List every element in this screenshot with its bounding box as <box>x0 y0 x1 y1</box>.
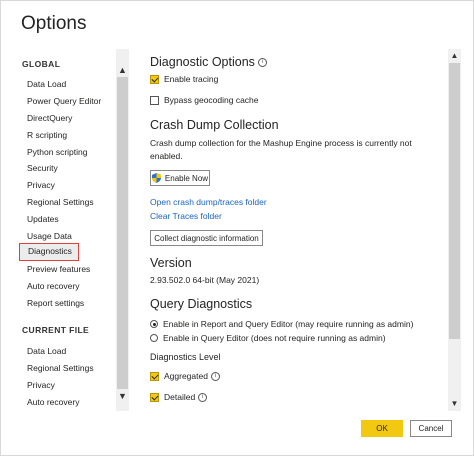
enable-query-editor-radio[interactable] <box>150 334 158 342</box>
enable-now-label: Enable Now <box>164 173 209 183</box>
nav-item-auto-recovery[interactable]: Auto recovery <box>27 279 79 293</box>
ok-button[interactable]: OK <box>361 420 403 437</box>
nav-item-privacy[interactable]: Privacy <box>27 178 55 192</box>
nav-item-data-load[interactable]: Data Load <box>27 77 66 91</box>
scroll-down-icon[interactable]: ▼ <box>116 389 129 403</box>
options-dialog: Options GLOBAL Data Load Power Query Edi… <box>0 0 474 456</box>
nav-item-diagnostics[interactable]: Diagnostics <box>19 243 79 261</box>
scroll-up-icon[interactable]: ▲ <box>116 63 129 77</box>
nav-item-current-data-load[interactable]: Data Load <box>27 344 66 358</box>
nav-item-current-privacy[interactable]: Privacy <box>27 378 55 392</box>
diagnostic-options-title: Diagnostic Options i <box>150 55 267 69</box>
enable-tracing-label: Enable tracing <box>164 74 219 84</box>
query-diagnostics-title: Query Diagnostics <box>150 297 253 311</box>
aggregated-label: Aggregated <box>164 371 208 381</box>
enable-tracing-checkbox[interactable] <box>150 74 159 84</box>
version-title: Version <box>150 256 192 270</box>
content-scroll-down-icon[interactable]: ▼ <box>448 397 461 411</box>
enable-query-editor-label: Enable in Query Editor (does not require… <box>163 333 386 343</box>
bypass-geocoding-row[interactable]: Bypass geocoding cache <box>150 95 259 105</box>
clear-traces-link[interactable]: Clear Traces folder <box>150 211 222 221</box>
info-icon[interactable]: i <box>198 392 208 402</box>
nav-item-report-settings[interactable]: Report settings <box>27 296 84 310</box>
nav-item-python-scripting[interactable]: Python scripting <box>27 145 87 159</box>
shield-icon <box>151 173 161 183</box>
nav-scroll-thumb[interactable] <box>117 77 128 389</box>
enable-report-query-radio[interactable] <box>150 320 158 328</box>
nav-item-current-auto-recovery[interactable]: Auto recovery <box>27 395 79 409</box>
bypass-geocoding-checkbox[interactable] <box>150 95 159 105</box>
content-scroll-up-icon[interactable]: ▲ <box>448 49 461 63</box>
aggregated-row[interactable]: Aggregated i <box>150 371 220 381</box>
nav-heading-global: GLOBAL <box>22 59 61 69</box>
enable-report-query-row[interactable]: Enable in Report and Query Editor (may r… <box>150 319 413 329</box>
nav-item-current-regional-settings[interactable]: Regional Settings <box>27 361 94 375</box>
collect-diagnostic-button[interactable]: Collect diagnostic information <box>150 230 263 246</box>
nav-item-preview-features[interactable]: Preview features <box>27 262 90 276</box>
version-value: 2.93.502.0 64-bit (May 2021) <box>150 275 260 285</box>
info-icon[interactable]: i <box>257 58 267 68</box>
aggregated-checkbox[interactable] <box>150 371 159 381</box>
nav-item-r-scripting[interactable]: R scripting <box>27 128 67 142</box>
enable-report-query-label: Enable in Report and Query Editor (may r… <box>163 319 414 329</box>
nav-item-regional-settings[interactable]: Regional Settings <box>27 195 94 209</box>
detailed-row[interactable]: Detailed i <box>150 392 208 402</box>
diagnostics-level-title: Diagnostics Level <box>150 352 221 362</box>
nav-item-directquery[interactable]: DirectQuery <box>27 111 72 125</box>
bypass-geocoding-label: Bypass geocoding cache <box>164 95 259 105</box>
detailed-label: Detailed <box>164 392 196 402</box>
nav-item-security[interactable]: Security <box>27 161 58 175</box>
dialog-title: Options <box>21 13 87 34</box>
crash-dump-title: Crash Dump Collection <box>150 118 279 132</box>
crash-dump-description: Crash dump collection for the Mashup Eng… <box>150 138 412 161</box>
enable-now-button[interactable]: Enable Now <box>150 170 210 186</box>
content-scroll-thumb[interactable] <box>449 63 460 339</box>
info-icon[interactable]: i <box>210 371 220 381</box>
nav-item-power-query-editor[interactable]: Power Query Editor <box>27 94 101 108</box>
nav-heading-current-file: CURRENT FILE <box>22 325 90 335</box>
enable-query-editor-row[interactable]: Enable in Query Editor (does not require… <box>150 333 386 343</box>
open-crash-dump-link[interactable]: Open crash dump/traces folder <box>150 197 267 207</box>
enable-tracing-row[interactable]: Enable tracing <box>150 74 218 84</box>
nav-item-updates[interactable]: Updates <box>27 212 59 226</box>
cancel-button[interactable]: Cancel <box>410 420 452 437</box>
diagnostics-content: Diagnostic Options i Enable tracing Bypas… <box>136 49 461 411</box>
nav-item-usage-data[interactable]: Usage Data <box>27 229 72 243</box>
detailed-checkbox[interactable] <box>150 392 159 402</box>
content-scrollbar[interactable]: ▲ ▼ <box>448 49 461 411</box>
nav-scrollbar[interactable]: ▲ ▼ <box>116 49 129 411</box>
